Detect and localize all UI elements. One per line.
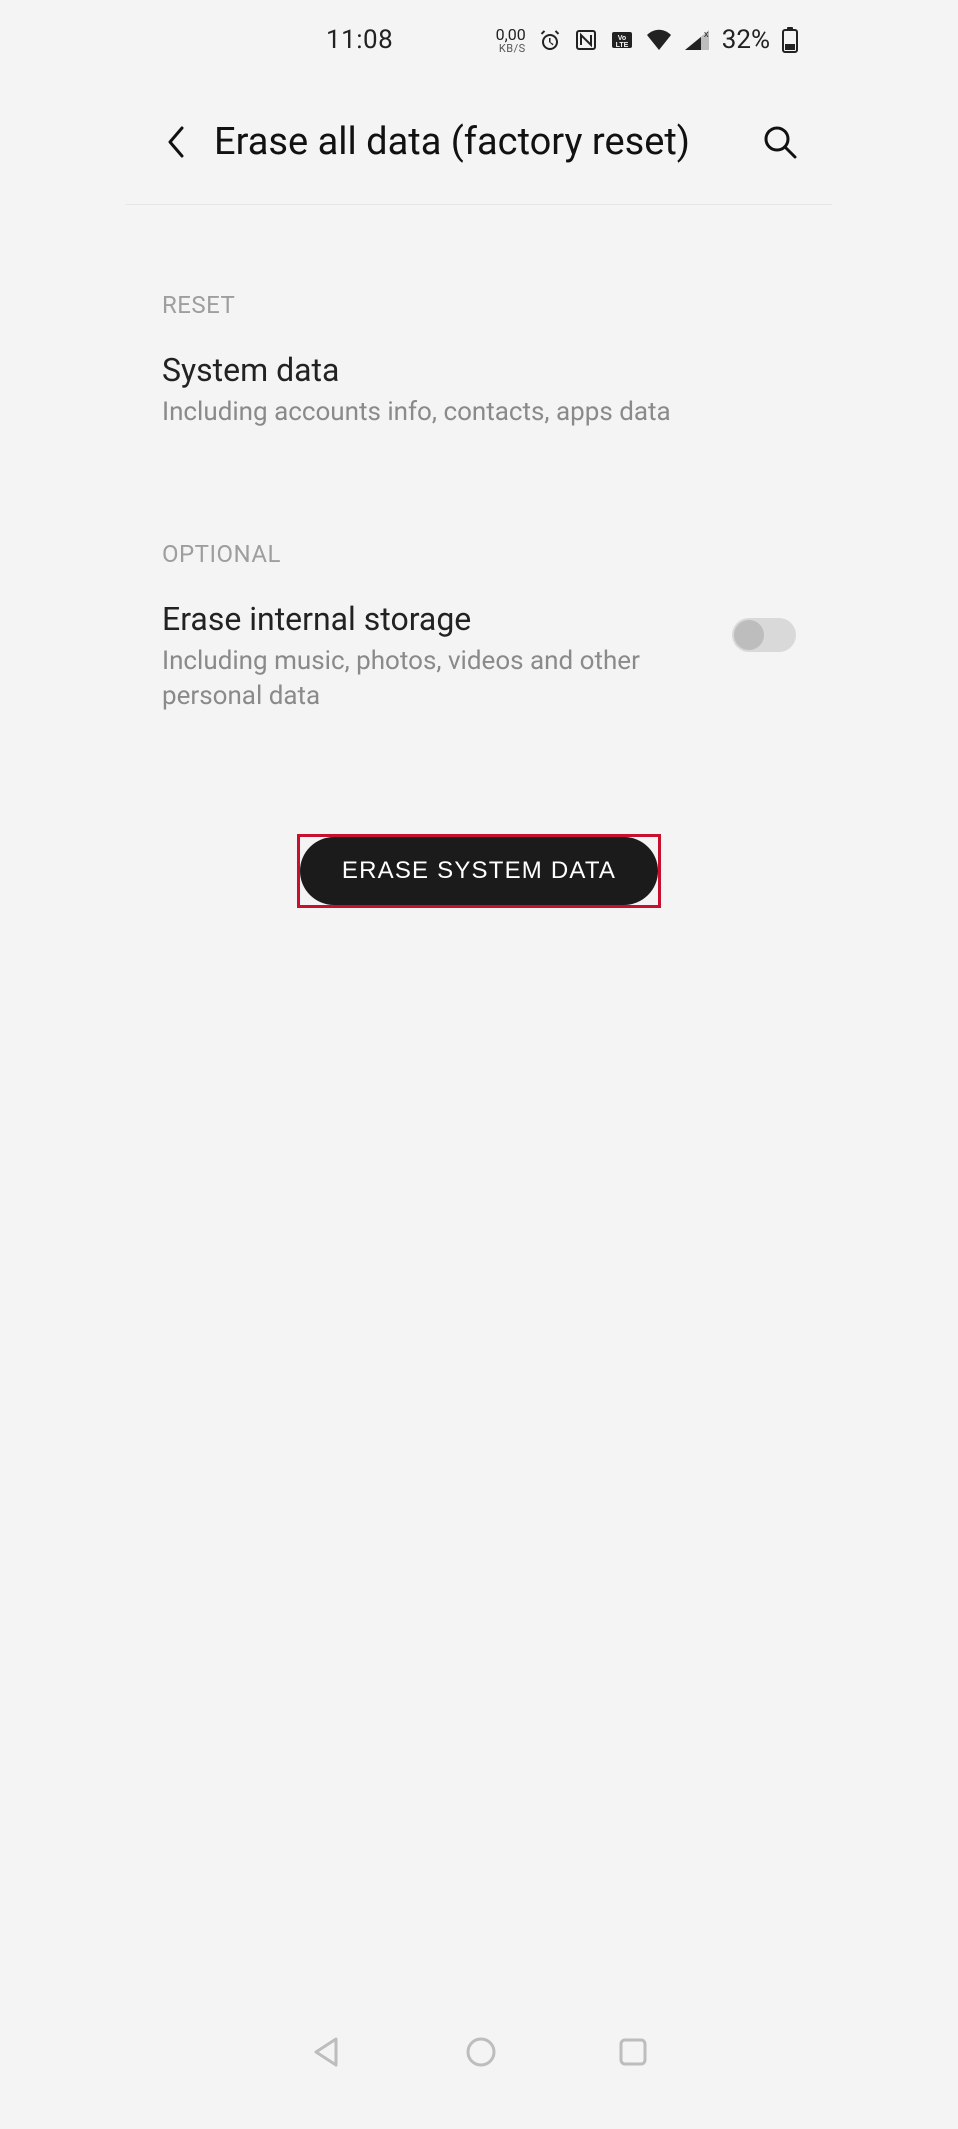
page-title: Erase all data (factory reset) [214,120,758,164]
net-speed-value: 0,00 [496,27,526,43]
nav-back-button[interactable] [310,2035,344,2073]
nav-bar [126,2019,832,2089]
erase-system-data-button[interactable]: ERASE SYSTEM DATA [300,837,658,905]
page-header: Erase all data (factory reset) [126,80,832,205]
nav-home-icon [464,2035,498,2069]
volte-icon: VoLTE [610,28,634,52]
nav-recent-icon [618,2037,648,2067]
item-erase-internal-title: Erase internal storage [162,600,712,638]
toggle-knob [734,620,764,650]
battery-percent: 32% [722,25,770,55]
svg-text:Vo: Vo [618,35,626,42]
svg-text:x: x [704,29,709,39]
status-bar: 11:08 0,00 KB/S VoLTE [126,0,832,80]
nav-back-icon [310,2035,344,2069]
item-system-data-title: System data [162,351,796,389]
alarm-icon [538,28,562,52]
section-optional: OPTIONAL Erase internal storage Includin… [126,540,832,714]
nfc-icon [574,28,598,52]
net-speed-indicator: 0,00 KB/S [496,27,526,54]
chevron-left-icon [165,125,187,159]
wifi-icon [646,29,672,51]
item-system-data[interactable]: System data Including accounts info, con… [162,351,796,430]
nav-home-button[interactable] [464,2035,498,2073]
section-label-reset: RESET [162,291,796,319]
item-erase-internal-sub: Including music, photos, videos and othe… [162,644,712,714]
back-button[interactable] [156,122,196,162]
search-icon [762,124,798,160]
signal-icon: x [684,29,710,51]
status-right: 0,00 KB/S VoLTE x 32% [496,25,798,55]
toggle-erase-internal[interactable] [732,618,796,652]
status-time: 11:08 [326,25,393,55]
battery-icon [782,27,798,53]
svg-text:LTE: LTE [615,42,628,49]
search-button[interactable] [758,120,802,164]
erase-button-highlight: ERASE SYSTEM DATA [297,834,661,908]
item-system-data-sub: Including accounts info, contacts, apps … [162,395,722,430]
section-reset: RESET System data Including accounts inf… [126,291,832,430]
section-label-optional: OPTIONAL [162,540,796,568]
nav-recent-button[interactable] [618,2037,648,2071]
erase-button-container: ERASE SYSTEM DATA [126,834,832,908]
net-speed-unit: KB/S [499,43,526,54]
item-erase-internal-storage[interactable]: Erase internal storage Including music, … [162,600,796,714]
